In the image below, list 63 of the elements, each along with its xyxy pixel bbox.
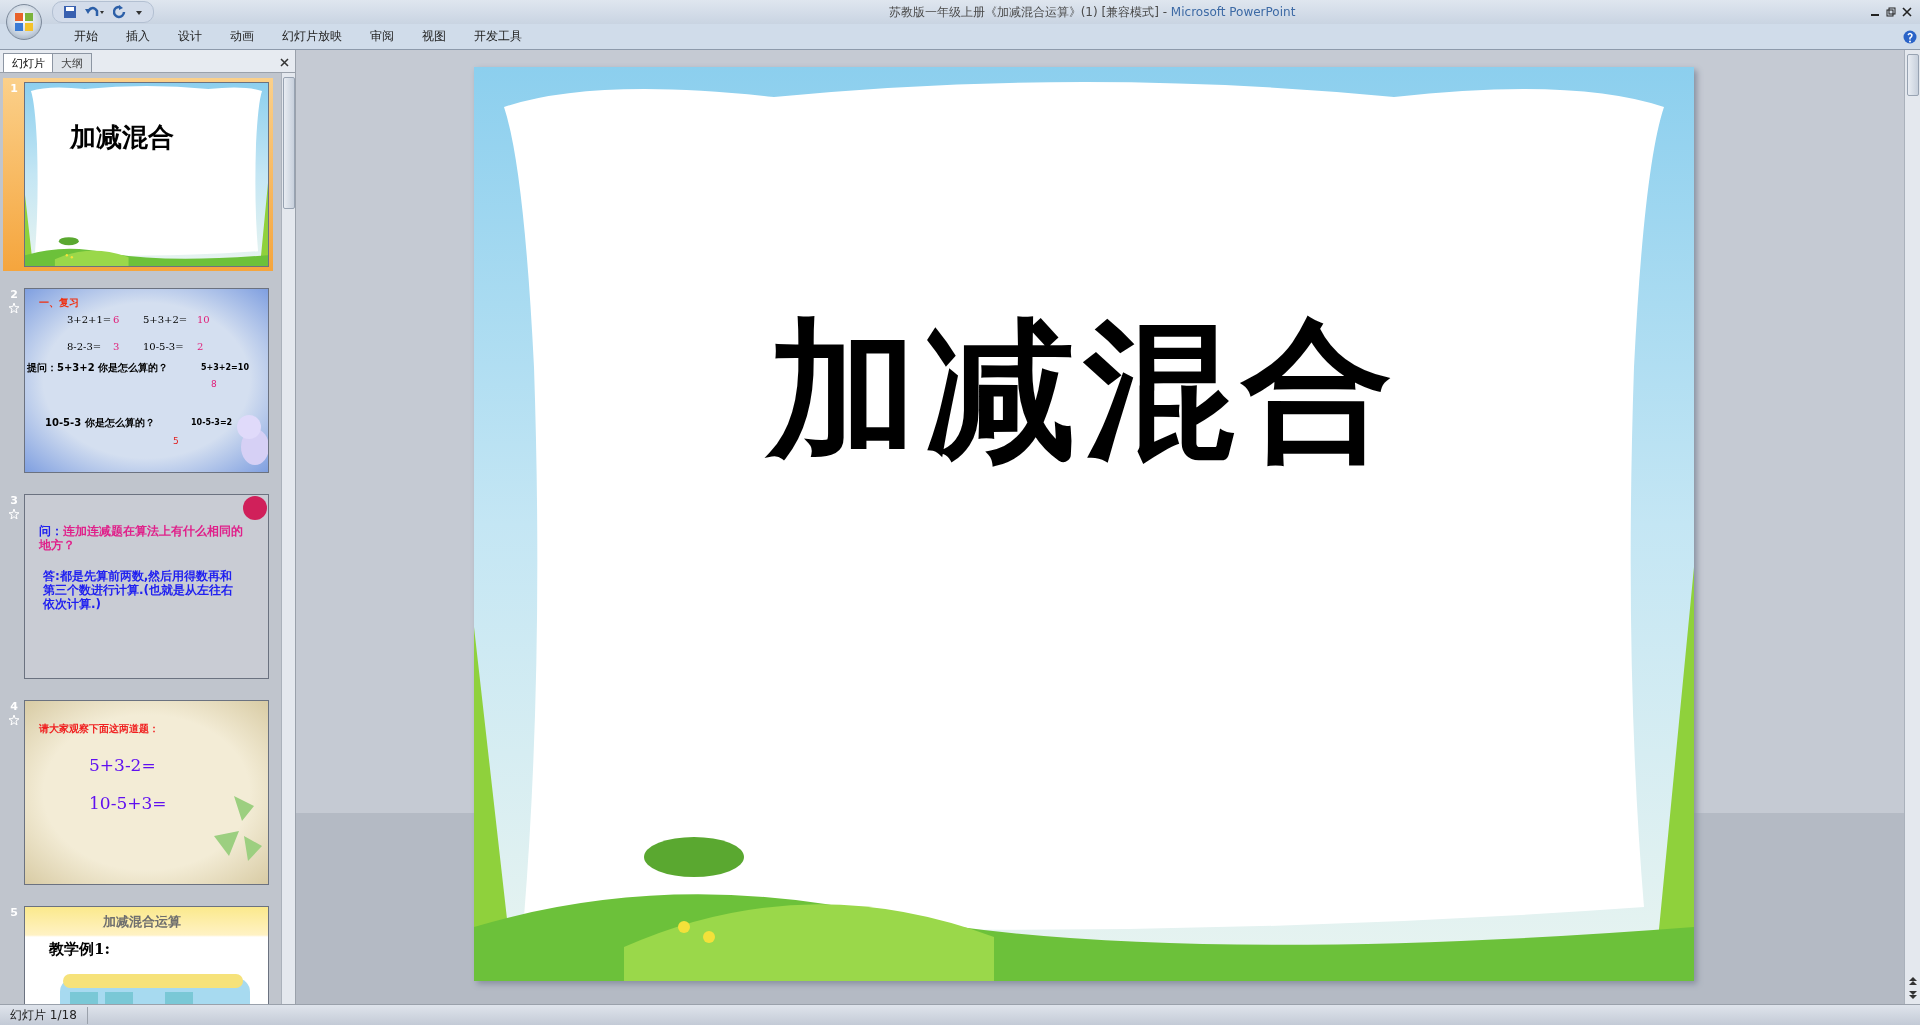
scrollbar-thumb[interactable] xyxy=(1906,54,1919,96)
equation-text: 3+2+1= xyxy=(67,314,112,326)
thumbnail-title: 加减混合 xyxy=(70,123,174,153)
thumbnail-heading: 请大家观察下面这两道题： xyxy=(39,723,159,735)
question-label: 问： xyxy=(39,524,63,538)
thumbnail-heading: 加减混合运算 xyxy=(103,915,181,930)
slide-title: 加减混合 xyxy=(474,292,1694,494)
thumbnail-heading: 一、复习 xyxy=(39,297,79,309)
slide-thumbnail[interactable]: 加减混合 xyxy=(24,82,269,267)
scrollbar[interactable] xyxy=(281,73,295,1004)
answer-text: 10 xyxy=(197,314,210,326)
office-button[interactable] xyxy=(6,4,42,40)
ribbon-tab[interactable]: 视图 xyxy=(408,25,460,48)
slide-number: 3 xyxy=(10,494,18,507)
question-text: 提问：5+3+2 你是怎么算的？ xyxy=(27,362,169,374)
ribbon-tab[interactable]: 插入 xyxy=(112,25,164,48)
window-title: 苏教版一年级上册《加减混合运算》(1) [兼容模式] - Microsoft PowerPoint xyxy=(887,3,1297,21)
work-text: 5+3+2=10 xyxy=(201,363,249,373)
partial-result-text: 8 xyxy=(211,379,217,390)
slide-number: 5 xyxy=(10,906,18,919)
panel-tab[interactable]: 大纲 xyxy=(52,53,92,72)
equation-text: 10-5-3= xyxy=(143,341,184,353)
redo-icon[interactable] xyxy=(113,5,127,19)
scrollbar[interactable] xyxy=(1904,50,1920,1004)
equation-text: 5+3+2= xyxy=(143,314,188,326)
scrollbar-thumb[interactable] xyxy=(282,77,295,209)
answer-text: 2 xyxy=(197,341,204,353)
thumbnail-label: 教学例1: xyxy=(49,941,110,959)
slide-counter: 幻灯片 1/18 xyxy=(0,1006,88,1024)
answer-text: 3 xyxy=(113,341,120,353)
ribbon-tab[interactable]: 开始 xyxy=(60,25,112,48)
slide-number: 1 xyxy=(10,82,18,95)
slide-thumbnail[interactable]: 一、复习 3+2+1= 6 5+3+2= 10 8-2-3= 3 10-5-3= 2 提问：5+3+2 你是怎么算的？ 5+3+2=10 8 10-5-3 你是怎么算的？ 10-5-3=2 5 xyxy=(24,288,269,473)
help-icon[interactable] xyxy=(1903,29,1917,44)
ribbon-tab[interactable]: 幻灯片放映 xyxy=(268,25,356,48)
work-text: 10-5-3=2 xyxy=(191,418,233,428)
page-nav-icon[interactable] xyxy=(1907,976,1918,1000)
answer-text: 答:都是先算前两数,然后用得数再和第三个数进行计算.(也就是从左往右依次计算.) xyxy=(43,570,235,612)
office-logo-icon xyxy=(14,12,34,32)
undo-icon[interactable] xyxy=(85,5,105,19)
restore-icon[interactable] xyxy=(1886,7,1896,17)
close-icon[interactable] xyxy=(1902,7,1912,17)
answer-text: 6 xyxy=(113,314,120,326)
slide-number: 4 xyxy=(10,700,18,713)
save-icon[interactable] xyxy=(63,5,77,19)
question-text: 10-5-3 你是怎么算的？ xyxy=(45,417,155,429)
close-icon xyxy=(280,58,289,67)
ribbon-tab[interactable]: 设计 xyxy=(164,25,216,48)
equation-text: 5+3-2= xyxy=(89,756,156,776)
question-text: 问：连加连减题在算法上有什么相同的地方？ xyxy=(39,525,244,553)
panel-tab[interactable]: 幻灯片 xyxy=(3,53,54,72)
slide-number: 2 xyxy=(10,288,18,301)
slide-thumbnail[interactable]: 加减混合运算 教学例1: xyxy=(24,906,269,1004)
slide-thumbnail[interactable]: 请大家观察下面这两道题： 5+3-2= 10-5+3= xyxy=(24,700,269,885)
slide-thumbnail[interactable]: 问：连加连减题在算法上有什么相同的地方？ 答:都是先算前两数,然后用得数再和第三个数进行计算.(也就是从左往右依次计算.) xyxy=(24,494,269,679)
selected-thumbnail-highlight[interactable]: 1 加减混合 xyxy=(3,78,273,271)
ribbon-tab[interactable]: 开发工具 xyxy=(460,25,536,48)
ribbon-tab[interactable]: 动画 xyxy=(216,25,268,48)
ribbon-tab[interactable]: 审阅 xyxy=(356,25,408,48)
equation-text: 8-2-3= xyxy=(67,341,102,353)
customize-caret-icon[interactable] xyxy=(135,8,143,16)
equation-text: 10-5+3= xyxy=(89,794,167,814)
partial-result-text: 5 xyxy=(173,436,179,447)
